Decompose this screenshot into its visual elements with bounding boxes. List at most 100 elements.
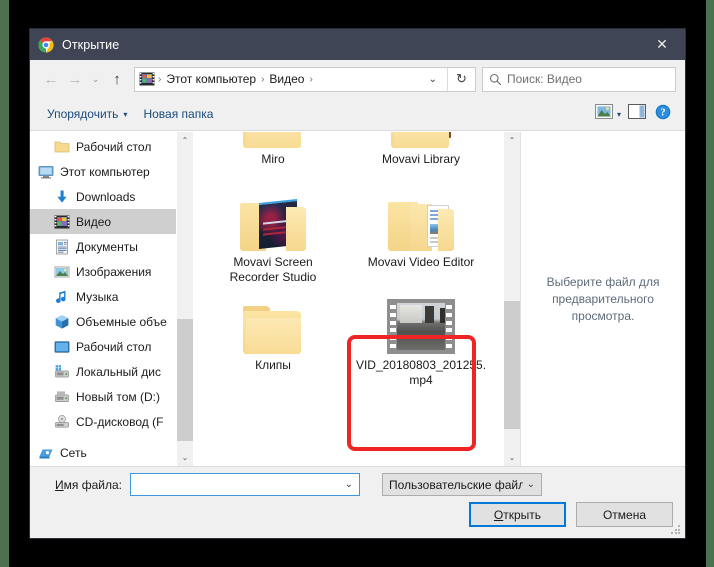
folder-with-preview-icon [390, 132, 452, 148]
video-folder-icon [139, 71, 155, 87]
sidebar-item-3d-objects[interactable]: Объемные объе [30, 309, 176, 334]
video-folder-icon [54, 214, 70, 230]
sidebar-item-label: Новый том (D:) [76, 389, 160, 404]
chevron-down-icon[interactable]: ⌄ [419, 74, 447, 85]
sidebar-item-documents[interactable]: Документы [30, 234, 176, 259]
chevron-down-icon: ⌄ [526, 479, 535, 490]
file-list-scrollbar[interactable]: ⌃ ⌄ [503, 132, 520, 466]
window-title: Открытие [62, 37, 120, 52]
file-list-scroll-thumb[interactable] [504, 301, 520, 429]
list-item-video[interactable]: VID_20180803_201255.mp4 [347, 288, 495, 391]
sidebar-item-network[interactable]: Сеть [30, 440, 176, 465]
scroll-down-icon[interactable]: ⌄ [504, 449, 520, 466]
chrome-icon [38, 36, 54, 53]
up-icon[interactable]: ↑ [104, 66, 130, 92]
open-button-accesskey: О [493, 507, 504, 522]
refresh-icon[interactable]: ↻ [447, 67, 475, 91]
cancel-button[interactable]: Отмена [576, 502, 673, 527]
search-input[interactable]: Поиск: Видео [507, 72, 582, 86]
sidebar-item-this-pc[interactable]: Этот компьютер [30, 159, 176, 184]
recent-locations-icon[interactable]: ⌄ [87, 66, 104, 92]
filename-input[interactable]: ⌄ [130, 473, 360, 496]
help-button[interactable]: ? [650, 102, 676, 126]
sidebar-scroll-track[interactable] [177, 149, 193, 449]
sidebar-item-new-volume[interactable]: Новый том (D:) [30, 384, 176, 409]
view-mode-button[interactable]: ▾ [592, 102, 624, 126]
local-disk-icon [54, 364, 70, 380]
thumbnail [387, 132, 455, 148]
file-name: Miro [261, 152, 285, 166]
file-name: Movavi Video Editor [367, 255, 475, 269]
breadcrumb-video[interactable]: Видео [265, 72, 308, 86]
list-item[interactable]: Клипы [199, 288, 347, 391]
list-item[interactable]: Movavi Screen Recorder Studio [199, 185, 347, 288]
dialog-body: Рабочий стол Этот компьютер Downloads Ви… [30, 131, 685, 466]
chevron-down-icon: ▾ [616, 109, 621, 119]
thumbnail [239, 189, 307, 251]
computer-icon [38, 164, 54, 180]
list-item[interactable]: Movavi Video Editor [347, 185, 495, 288]
scroll-up-icon[interactable]: ⌃ [177, 132, 193, 149]
sidebar-item-video[interactable]: Видео [30, 209, 176, 234]
file-name: Movavi Screen Recorder Studio [229, 255, 317, 284]
sidebar-item-label: Этот компьютер [60, 164, 150, 179]
organize-button[interactable]: Упорядочить ▾ [39, 102, 135, 126]
folder-icon [54, 139, 70, 155]
sidebar-scrollbar[interactable]: ⌃ ⌄ [176, 132, 193, 466]
sidebar-item-pictures[interactable]: Изображения [30, 259, 176, 284]
preview-pane-button[interactable] [624, 102, 650, 126]
sidebar-item-local-disk[interactable]: Локальный дис [30, 359, 176, 384]
scroll-up-icon[interactable]: ⌃ [504, 132, 520, 149]
local-disk-icon [54, 389, 70, 405]
desktop-icon [54, 339, 70, 355]
video-thumbnail [387, 299, 455, 354]
list-item[interactable]: Movavi Library [347, 132, 495, 185]
sidebar-item-label: Изображения [76, 264, 152, 279]
dialog-footer: Имя файла: ⌄ Пользовательские файлы (*.3… [30, 466, 685, 538]
chevron-down-icon[interactable]: ⌄ [345, 479, 353, 490]
file-name: Movavi Library [381, 152, 461, 166]
thumbnail [239, 132, 307, 148]
sidebar-item-label: CD-дисковод (F [76, 414, 164, 429]
sidebar-item-label: Музыка [76, 289, 119, 304]
sidebar-item-label: Сеть [60, 445, 87, 460]
chevron-down-icon: ▾ [123, 109, 128, 119]
file-list[interactable]: Miro Movavi Library Movavi Screen Record… [193, 132, 503, 466]
thumbnail [387, 189, 455, 251]
title-bar: Открытие ✕ [30, 29, 685, 60]
breadcrumb-this-pc[interactable]: Этот компьютер [162, 72, 260, 86]
preview-pane-icon [628, 104, 646, 124]
sidebar-item-label: Видео [76, 214, 112, 229]
sidebar-item-downloads[interactable]: Downloads [30, 184, 176, 209]
sidebar-item-label: Объемные объе [76, 314, 167, 329]
desktop-left-edge [0, 0, 9, 567]
open-button-rest: ткрыть [503, 507, 542, 522]
new-folder-button[interactable]: Новая папка [135, 102, 221, 126]
list-item[interactable]: Miro [199, 132, 347, 185]
view-layout-icon [594, 104, 613, 124]
sidebar-item-desktop-quick[interactable]: Рабочий стол [30, 134, 176, 159]
thumbnail [387, 292, 455, 354]
file-list-scroll-track[interactable] [504, 149, 520, 449]
file-type-dropdown[interactable]: Пользовательские файлы (*.3 ⌄ [382, 473, 542, 496]
sidebar-item-desktop[interactable]: Рабочий стол [30, 334, 176, 359]
search-box[interactable]: Поиск: Видео [482, 66, 676, 92]
sidebar-item-label: Локальный дис [76, 364, 161, 379]
close-button[interactable]: ✕ [639, 29, 685, 60]
desktop-right-edge [706, 0, 714, 567]
organize-label: Упорядочить [47, 107, 119, 121]
sidebar-scroll-thumb[interactable] [177, 319, 193, 441]
folder-icon [242, 306, 304, 354]
back-icon[interactable]: ← [39, 66, 63, 92]
address-bar[interactable]: › Этот компьютер › Видео › ⌄ ↻ [134, 66, 476, 92]
dialog-buttons: Открыть Отмена [469, 502, 673, 527]
folder-tree: Рабочий стол Этот компьютер Downloads Ви… [30, 132, 176, 465]
sidebar-item-cd-drive[interactable]: CD-дисковод (F [30, 409, 176, 434]
file-type-value: Пользовательские файлы (*.3 [389, 477, 523, 492]
sidebar-item-music[interactable]: Музыка [30, 284, 176, 309]
open-button[interactable]: Открыть [469, 502, 566, 527]
resize-grip[interactable] [671, 525, 681, 535]
forward-icon[interactable]: → [63, 66, 87, 92]
file-name: VID_20180803_201255.mp4 [355, 358, 487, 387]
scroll-down-icon[interactable]: ⌄ [177, 449, 193, 466]
